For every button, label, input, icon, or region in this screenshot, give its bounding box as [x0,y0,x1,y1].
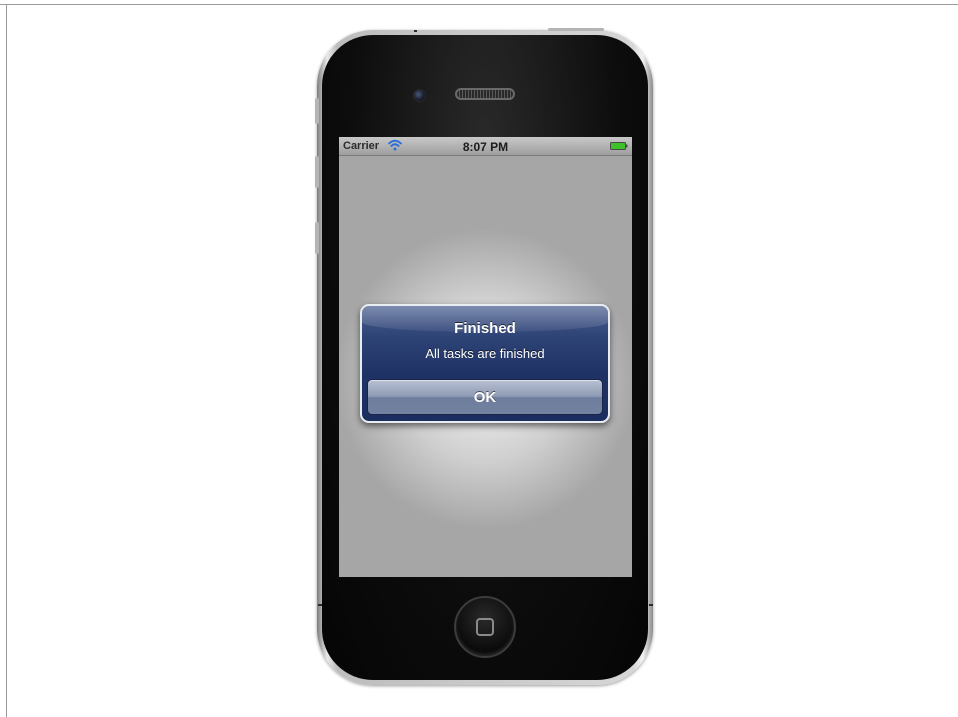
volume-up-button[interactable] [315,156,319,188]
status-bar: Carrier 8:07 PM [339,137,632,156]
device-screen: Carrier 8:07 PM Finished All tasks are f… [339,137,632,577]
mute-switch[interactable] [315,98,319,124]
battery-icon [610,142,628,150]
alert-title: Finished [454,320,516,337]
antenna-gap-bottom-left [318,604,322,606]
home-button-icon [476,618,494,636]
speaker-grille-icon [455,88,515,100]
sleep-wake-button[interactable] [548,28,604,31]
antenna-gap-bottom-right [649,604,653,606]
camera-icon [413,89,426,102]
alert-dialog: Finished All tasks are finished OK [360,304,610,423]
frame-border-left [6,4,7,717]
home-button[interactable] [454,596,516,658]
ok-button-label: OK [473,389,497,406]
ok-button[interactable]: OK [367,379,603,415]
alert-message: All tasks are finished [425,346,545,361]
volume-down-button[interactable] [315,222,319,254]
status-time: 8:07 PM [462,140,509,154]
frame-border-top [0,4,958,5]
antenna-gap [414,30,417,32]
